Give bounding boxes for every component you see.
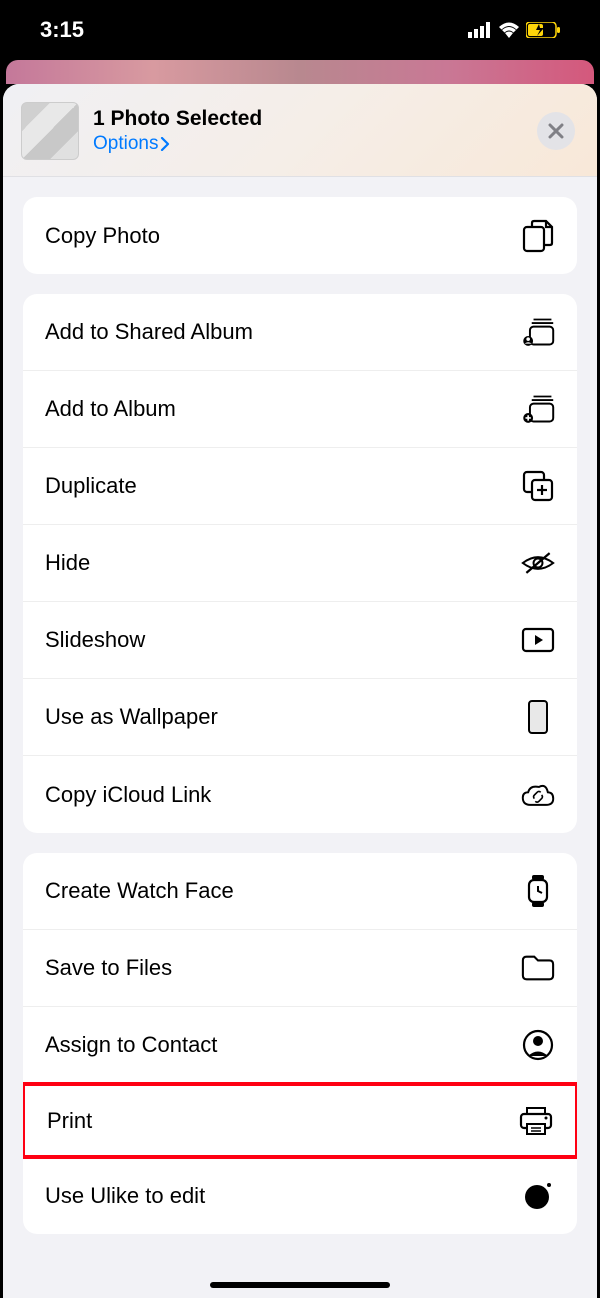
status-time: 3:15 — [40, 17, 84, 43]
play-icon — [521, 623, 555, 657]
chevron-right-icon — [160, 137, 170, 151]
add-album-row[interactable]: Add to Album — [23, 371, 577, 448]
share-sheet: 1 Photo Selected Options Copy Photo Add … — [3, 84, 597, 1298]
eye-slash-icon — [521, 546, 555, 580]
options-link[interactable]: Options — [93, 133, 523, 155]
status-icons — [468, 22, 560, 38]
add-shared-album-row[interactable]: Add to Shared Album — [23, 294, 577, 371]
phone-icon — [521, 700, 555, 734]
cellular-icon — [468, 22, 492, 38]
slideshow-row[interactable]: Slideshow — [23, 602, 577, 679]
add-album-icon — [521, 392, 555, 426]
action-group-3: Create Watch Face Save to Files Assign t… — [23, 853, 577, 1234]
duplicate-icon — [521, 469, 555, 503]
save-files-row[interactable]: Save to Files — [23, 930, 577, 1007]
print-row[interactable]: Print — [23, 1082, 577, 1159]
battery-charging-icon — [526, 22, 560, 38]
printer-icon — [519, 1104, 553, 1138]
status-bar: 3:15 — [0, 0, 600, 60]
copy-photo-row[interactable]: Copy Photo — [23, 197, 577, 274]
watch-icon — [521, 874, 555, 908]
close-icon — [548, 123, 564, 139]
copy-icon — [521, 219, 555, 253]
shared-album-icon — [521, 315, 555, 349]
close-button[interactable] — [537, 112, 575, 150]
photo-thumbnail[interactable] — [21, 102, 79, 160]
wallpaper-row[interactable]: Use as Wallpaper — [23, 679, 577, 756]
photo-strip-background — [6, 60, 594, 84]
cloud-link-icon — [521, 778, 555, 812]
folder-icon — [521, 951, 555, 985]
duplicate-row[interactable]: Duplicate — [23, 448, 577, 525]
ulike-row[interactable]: Use Ulike to edit — [23, 1157, 577, 1234]
hide-row[interactable]: Hide — [23, 525, 577, 602]
action-group-2: Add to Shared Album Add to Album Duplica… — [23, 294, 577, 833]
assign-contact-row[interactable]: Assign to Contact — [23, 1007, 577, 1084]
icloud-link-row[interactable]: Copy iCloud Link — [23, 756, 577, 833]
dot-icon — [521, 1179, 555, 1213]
watch-face-row[interactable]: Create Watch Face — [23, 853, 577, 930]
share-sheet-body: Copy Photo Add to Shared Album Add to Al… — [3, 177, 597, 1234]
share-sheet-header: 1 Photo Selected Options — [3, 84, 597, 177]
wifi-icon — [498, 22, 520, 38]
selection-title: 1 Photo Selected — [93, 107, 523, 131]
action-group-1: Copy Photo — [23, 197, 577, 274]
contact-icon — [521, 1028, 555, 1062]
home-indicator[interactable] — [210, 1282, 390, 1288]
